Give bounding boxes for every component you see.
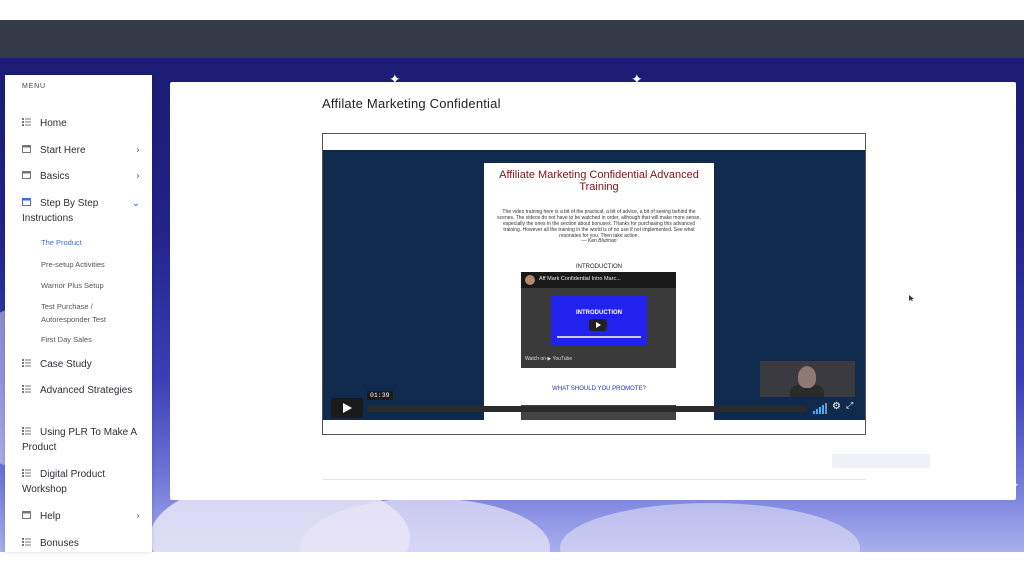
- video-screen[interactable]: Affiliate Marketing Confidential Advance…: [323, 150, 865, 420]
- yt-progress: [557, 336, 641, 338]
- yt-play-icon: [589, 319, 607, 331]
- lessons-icon: [22, 359, 31, 368]
- sidebar-item-advanced-strategies[interactable]: Advanced Strategies: [22, 383, 140, 398]
- lesson-card: Affilate Marketing Confidential Affiliat…: [170, 82, 1016, 500]
- lessons-icon: [22, 538, 31, 547]
- sidebar-subitem-first-day-sales[interactable]: First Day Sales: [41, 333, 141, 346]
- lessons-icon: [22, 385, 31, 394]
- seek-bar[interactable]: [367, 406, 807, 412]
- sidebar-item-label: Bonuses: [40, 538, 79, 549]
- sidebar-item-label: Using PLR To Make A Product: [22, 427, 137, 453]
- sidebar-subitem-the-product[interactable]: The Product: [41, 236, 141, 249]
- lessons-icon: [22, 469, 31, 478]
- chevron-right-icon[interactable]: ›: [136, 169, 140, 184]
- page-title: Affilate Marketing Confidential: [322, 96, 501, 111]
- module-icon: [22, 511, 31, 520]
- sidebar-item-label: Home: [40, 118, 67, 129]
- sidebar-item-label: Step By Step Instructions: [22, 198, 99, 224]
- lessons-icon: [22, 427, 31, 436]
- module-icon: [22, 171, 31, 180]
- module-icon: [22, 145, 31, 154]
- volume-icon[interactable]: [813, 402, 827, 414]
- menu-title: MENU: [22, 83, 46, 90]
- sidebar-subitem-test-purchase[interactable]: Test Purchase / Autoresponder Test: [41, 300, 141, 326]
- embedded-youtube: Aff Mark Confidential Intro Marc... INTR…: [521, 272, 676, 368]
- divider: [322, 479, 866, 480]
- sidebar-item-home[interactable]: Home: [22, 116, 140, 131]
- chevron-down-icon[interactable]: ⌄: [132, 196, 140, 211]
- avatar: [525, 275, 535, 285]
- sidebar-item-case-study[interactable]: Case Study: [22, 357, 140, 372]
- yt-watch-label: Watch on ▶ YouTube: [525, 356, 573, 362]
- sidebar-menu: MENU Home Start Here › Basics › Step By …: [5, 75, 152, 552]
- yt-title-bar: Aff Mark Confidential Intro Marc...: [521, 272, 676, 288]
- settings-gear-icon[interactable]: ⚙: [832, 401, 841, 412]
- sidebar-item-bonuses[interactable]: Bonuses: [22, 536, 140, 551]
- faint-action-button[interactable]: [832, 454, 930, 468]
- webcam-overlay: [760, 361, 855, 397]
- chevron-right-icon[interactable]: ›: [136, 143, 140, 158]
- webcam-person-head: [798, 366, 816, 388]
- yt-title: Aff Mark Confidential Intro Marc...: [539, 276, 621, 282]
- sidebar-item-label: Case Study: [40, 359, 92, 370]
- doc-title: Affiliate Marketing Confidential Advance…: [499, 169, 699, 193]
- sidebar-item-digital-product-workshop[interactable]: Digital Product Workshop: [22, 467, 140, 497]
- sidebar-item-label: Advanced Strategies: [40, 385, 133, 396]
- bottom-strip: [0, 552, 1024, 576]
- lessons-icon: [22, 118, 31, 127]
- sidebar-subitem-warrior-plus[interactable]: Warrior Plus Setup: [41, 279, 141, 292]
- sidebar-item-start-here[interactable]: Start Here ›: [22, 143, 140, 158]
- yt-intro-text: INTRODUCTION: [576, 310, 622, 316]
- video-player[interactable]: Affiliate Marketing Confidential Advance…: [322, 133, 866, 435]
- shared-document: Affiliate Marketing Confidential Advance…: [484, 163, 714, 420]
- yt-intro-card: INTRODUCTION: [551, 296, 647, 346]
- play-button[interactable]: [331, 398, 363, 418]
- sidebar-item-label: Start Here: [40, 145, 86, 156]
- sidebar-item-label: Basics: [40, 171, 70, 182]
- sidebar-item-label: Help: [40, 511, 61, 522]
- cloud-decoration: [560, 503, 860, 552]
- sidebar-subitem-pre-setup[interactable]: Pre-setup Activities: [41, 258, 141, 271]
- chevron-right-icon[interactable]: ›: [136, 509, 140, 524]
- sidebar-item-step-by-step[interactable]: Step By Step Instructions ⌄: [22, 196, 140, 226]
- doc-section-heading: WHAT SHOULD YOU PROMOTE?: [552, 386, 646, 392]
- sidebar-item-using-plr[interactable]: Using PLR To Make A Product: [22, 425, 140, 455]
- module-icon: [22, 198, 31, 207]
- doc-body: The video training here is a bit of the …: [497, 209, 701, 239]
- fullscreen-icon[interactable]: ⤢: [846, 401, 853, 411]
- sidebar-item-label: Digital Product Workshop: [22, 469, 106, 495]
- sidebar-item-help[interactable]: Help ›: [22, 509, 140, 524]
- current-time: 01:39: [367, 391, 393, 400]
- sidebar-item-basics[interactable]: Basics ›: [22, 169, 140, 184]
- doc-intro-heading: INTRODUCTION: [576, 264, 622, 270]
- doc-quote: — Ken Blutman: [581, 238, 617, 244]
- top-bar: [0, 20, 1024, 58]
- video-controls: 01:39 ⚙ ⤢: [323, 391, 865, 420]
- mouse-cursor-icon: [909, 295, 914, 301]
